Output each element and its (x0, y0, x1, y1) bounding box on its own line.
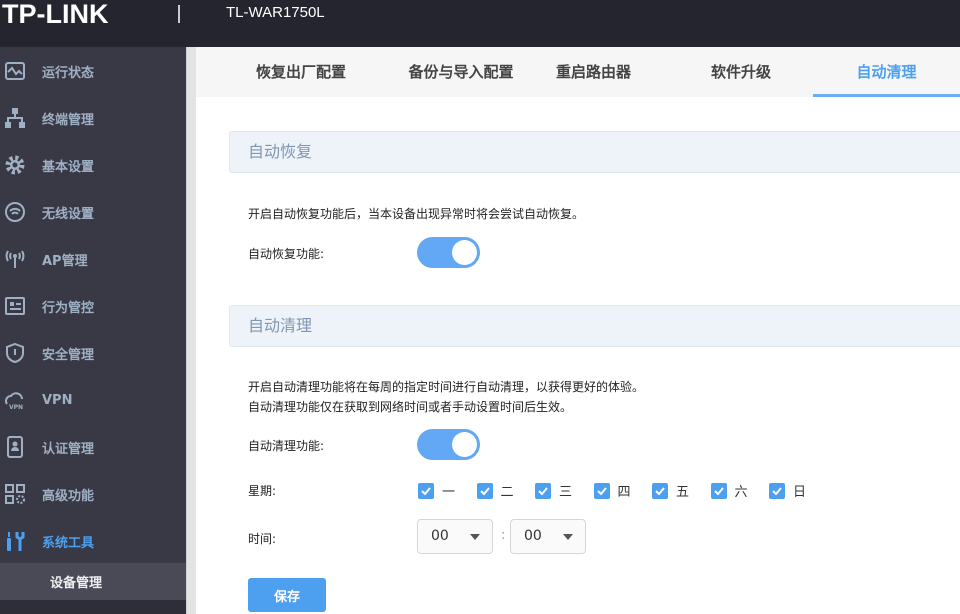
sidebar-item-10[interactable]: 系统工具 (0, 518, 186, 564)
week-label: 星期: (248, 484, 277, 498)
day-checkbox-2[interactable]: 三 (535, 481, 572, 500)
sidebar-item-3[interactable]: 无线设置 (0, 189, 186, 235)
auto-clean-description-2: 自动清理功能仅在获取到网络时间或者手动设置时间后生效。 (248, 400, 573, 414)
sidebar-subitem-device-management[interactable]: 设备管理 (0, 563, 186, 600)
hour-value: 00 (431, 528, 449, 544)
sidebar-item-7[interactable]: VPN VPN (0, 377, 186, 423)
hour-select[interactable]: 00 (417, 519, 493, 554)
sidebar-item-0[interactable]: 运行状态 (0, 48, 186, 94)
sidebar-scrollbar[interactable] (186, 47, 196, 614)
sidebar-item-5[interactable]: 行为管控 (0, 283, 186, 329)
shield-icon (6, 342, 24, 364)
checkbox-checked-icon (535, 482, 551, 499)
antenna-icon (5, 250, 25, 268)
sidebar: 运行状态终端管理基本设置无线设置 AP管理行为管控安全管理 VPN VPN 认证管理高级… (0, 47, 186, 614)
sidebar-item-label: 高级功能 (42, 488, 95, 504)
time-separator: : (501, 528, 506, 543)
vpn-cloud-icon: VPN (5, 392, 23, 411)
sidebar-item-label: 终端管理 (42, 112, 95, 128)
header-divider (178, 5, 180, 23)
day-label: 一 (442, 485, 456, 500)
sidebar-item-label: 系统工具 (42, 535, 95, 551)
checkbox-checked-icon (652, 482, 668, 499)
tab-backup-import[interactable]: 备份与导入配置 (381, 47, 541, 97)
sidebar-item-1[interactable]: 终端管理 (0, 95, 186, 141)
section-header-auto-recover: 自动恢复 (229, 131, 960, 173)
auto-recover-description: 开启自动恢复功能后，当本设备出现异常时将会尝试自动恢复。 (248, 207, 585, 221)
sidebar-item-label: 安全管理 (42, 347, 95, 363)
sidebar-item-label: 基本设置 (42, 159, 95, 175)
device-model: TL-WAR1750L (226, 4, 325, 21)
day-label: 六 (734, 485, 748, 500)
sidebar-item-label: 运行状态 (42, 65, 95, 81)
tab-bar: 恢复出厂配置 备份与导入配置 重启路由器 软件升级 自动清理 (196, 47, 960, 97)
day-label: 五 (676, 485, 690, 500)
svg-text:VPN: VPN (9, 404, 23, 411)
sidebar-item-9[interactable]: 高级功能 (0, 471, 186, 517)
auto-recover-label: 自动恢复功能: (248, 247, 325, 261)
tp-link-logo: TP-LINK (2, 0, 109, 29)
id-badge-icon (7, 436, 23, 458)
tab-auto-clean[interactable]: 自动清理 (813, 47, 960, 97)
section-header-auto-clean: 自动清理 (229, 305, 960, 347)
tab-firmware-upgrade[interactable]: 软件升级 (686, 47, 796, 97)
day-checkbox-0[interactable]: 一 (418, 481, 455, 500)
checkbox-checked-icon (769, 482, 785, 499)
save-button[interactable]: 保存 (248, 578, 326, 612)
sidebar-item-label: AP管理 (42, 253, 88, 269)
auto-recover-toggle[interactable] (417, 237, 480, 268)
gear-icon (5, 155, 25, 175)
minute-select[interactable]: 00 (510, 519, 586, 554)
sidebar-item-label: 认证管理 (42, 441, 95, 457)
wifi-icon (5, 202, 25, 222)
tab-reboot[interactable]: 重启路由器 (541, 47, 646, 97)
day-checkbox-4[interactable]: 五 (652, 481, 689, 500)
day-checkbox-5[interactable]: 六 (710, 481, 748, 500)
dropdown-arrow-icon (470, 534, 480, 540)
checkbox-checked-icon (418, 482, 434, 499)
checkbox-checked-icon (476, 482, 493, 499)
day-checkbox-3[interactable]: 四 (593, 481, 631, 500)
day-label: 四 (617, 485, 631, 500)
sidebar-item-2[interactable]: 基本设置 (0, 142, 186, 188)
tab-factory-reset[interactable]: 恢复出厂配置 (231, 47, 371, 97)
grid-gear-icon (5, 484, 25, 504)
sidebar-item-label: 行为管控 (42, 300, 95, 316)
auto-clean-label: 自动清理功能: (248, 439, 325, 453)
sidebar-item-6[interactable]: 安全管理 (0, 330, 186, 376)
sidebar-item-label: VPN (42, 392, 73, 408)
network-tree-icon (5, 108, 25, 128)
sidebar-item-4[interactable]: AP管理 (0, 236, 186, 282)
time-label: 时间: (248, 532, 277, 546)
sidebar-item-label: 无线设置 (42, 206, 95, 222)
day-label: 二 (500, 485, 514, 500)
sidebar-item-8[interactable]: 认证管理 (0, 424, 186, 470)
auto-clean-toggle[interactable] (417, 429, 480, 460)
checkbox-checked-icon (593, 482, 610, 499)
day-label: 日 (793, 485, 807, 500)
behavior-control-icon (5, 297, 25, 315)
day-checkbox-1[interactable]: 二 (476, 481, 514, 500)
sidebar-subitem-next (0, 600, 186, 614)
top-header: TP-LINK TL-WAR1750L (0, 0, 960, 47)
dropdown-arrow-icon (563, 534, 573, 540)
checkbox-checked-icon (710, 482, 727, 499)
minute-value: 00 (524, 528, 542, 544)
tools-icon (7, 532, 25, 551)
monitor-chart-icon (5, 62, 25, 80)
day-checkbox-6[interactable]: 日 (769, 481, 806, 500)
auto-clean-description-1: 开启自动清理功能将在每周的指定时间进行自动清理，以获得更好的体验。 (248, 380, 645, 394)
day-label: 三 (559, 485, 573, 500)
